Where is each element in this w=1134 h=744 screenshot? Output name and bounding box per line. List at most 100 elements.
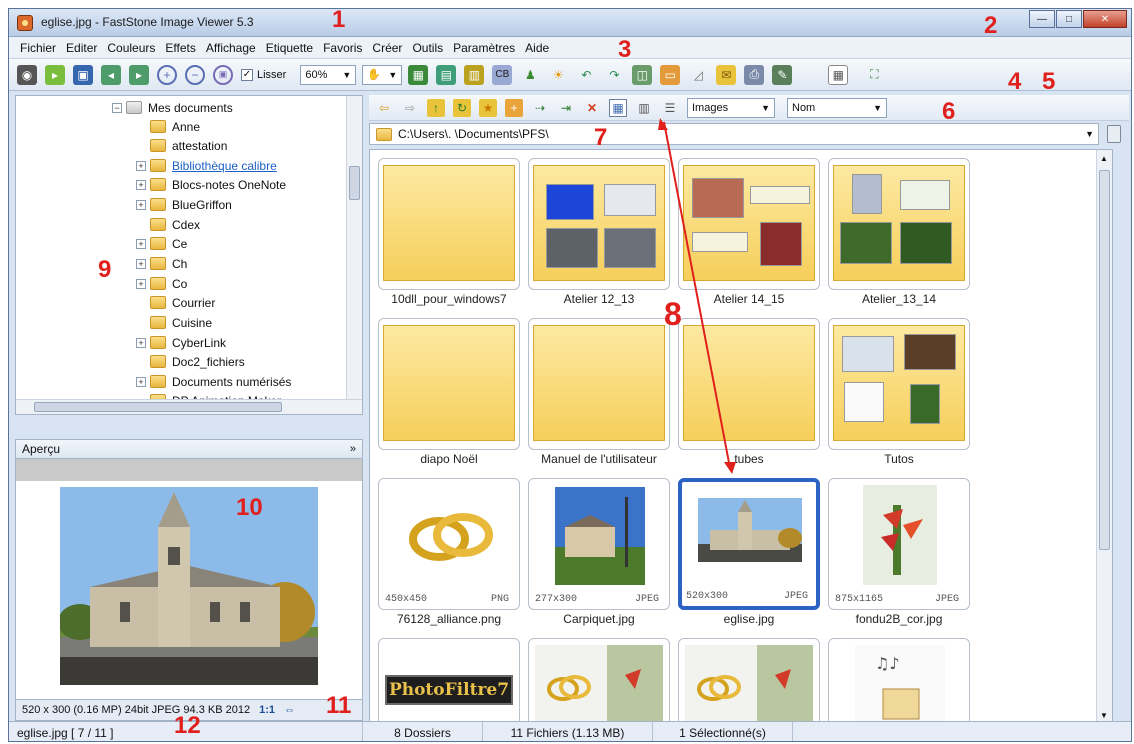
tree-item[interactable]: + BlueGriffon	[136, 195, 232, 214]
thumb-folder[interactable]	[378, 318, 520, 450]
resize-icon[interactable]: ▤	[436, 64, 457, 85]
edit-icon[interactable]: ✎	[772, 64, 793, 85]
tree-item[interactable]: Anne	[136, 117, 200, 136]
tree-horizontal-scrollbar[interactable]	[16, 399, 362, 414]
preview-image[interactable]	[60, 487, 318, 685]
thumb-folder[interactable]	[528, 158, 670, 290]
expand-icon[interactable]: +	[136, 179, 146, 190]
tree-item[interactable]: + Blocs-notes OneNote	[136, 175, 286, 194]
thumb-folder[interactable]	[828, 318, 970, 450]
path-text[interactable]: C:\Users\. \Documents\PFS\	[398, 127, 549, 141]
sort-select[interactable]: Nom ▼	[787, 97, 887, 118]
view-mode-icon[interactable]: ▦	[828, 64, 849, 85]
hand-tool-select[interactable]: ✋ ▼	[362, 64, 403, 85]
thumbnail-grid[interactable]: 10dll_pour_windows7 Atelier 12_13 Atelie…	[369, 149, 1113, 725]
menu-creer[interactable]: Créer	[367, 41, 407, 55]
close-button[interactable]: ✕	[1083, 10, 1127, 28]
scroll-up-arrow-icon[interactable]: ▲	[1100, 154, 1108, 163]
tree-item[interactable]: + Ce	[136, 234, 187, 253]
filter-select[interactable]: Images ▼	[687, 97, 775, 118]
zoom-in-icon[interactable]: +	[157, 64, 177, 85]
thumb-image[interactable]: 277x300 JPEG	[528, 478, 670, 610]
menu-etiquette[interactable]: Etiquette	[261, 41, 318, 55]
new-folder-icon[interactable]: +	[505, 98, 523, 117]
tree-item[interactable]: Cuisine	[136, 313, 212, 332]
tree-item[interactable]: + Documents numérisés	[136, 372, 291, 391]
scrollbar-thumb[interactable]	[349, 166, 360, 200]
menu-couleurs[interactable]: Couleurs	[102, 41, 160, 55]
thumbnail-vertical-scrollbar[interactable]: ▲ ▼	[1096, 150, 1112, 724]
maximize-button[interactable]: □	[1056, 10, 1082, 28]
thumb-image[interactable]: ♫♪	[828, 638, 970, 724]
tree-vertical-scrollbar[interactable]	[346, 96, 362, 400]
thumb-folder[interactable]	[378, 158, 520, 290]
scrollbar-thumb[interactable]	[34, 402, 282, 412]
actual-size-icon[interactable]: ▣	[213, 64, 233, 85]
thumb-folder[interactable]	[678, 318, 820, 450]
scrollbar-thumb[interactable]	[1099, 170, 1110, 550]
tree-item[interactable]: attestation	[136, 136, 227, 155]
tree-item[interactable]: Courrier	[136, 293, 215, 312]
tree-item[interactable]: Doc2_fichiers	[136, 352, 245, 371]
smooth-checkbox-box[interactable]: ✓	[241, 68, 253, 81]
collapse-icon[interactable]: −	[112, 102, 122, 113]
tree-item[interactable]: + Ch	[136, 254, 187, 273]
menu-parametres[interactable]: Paramètres	[448, 41, 520, 55]
folder-refresh-icon[interactable]: ↻	[453, 98, 471, 117]
favorite-folder-icon[interactable]: ★	[479, 98, 497, 117]
rotate-left-icon[interactable]: ↶	[576, 65, 596, 85]
details-view-icon[interactable]: ☰	[661, 99, 679, 117]
expand-icon[interactable]: +	[136, 258, 146, 269]
smooth-checkbox[interactable]: ✓ Lisser	[241, 68, 286, 81]
thumb-image[interactable]	[528, 638, 670, 724]
crop-icon[interactable]: ▥	[464, 64, 485, 85]
delete-icon[interactable]: ✕	[583, 99, 601, 117]
expand-icon[interactable]: +	[136, 160, 146, 171]
print-icon[interactable]: ⎙	[744, 64, 765, 85]
save-icon[interactable]: ▣	[73, 64, 93, 85]
menu-favoris[interactable]: Favoris	[318, 41, 367, 55]
list-view-icon[interactable]: ▥	[635, 99, 653, 117]
expand-icon[interactable]: +	[136, 337, 146, 348]
ratio-label[interactable]: 1:1	[259, 704, 275, 716]
thumb-image[interactable]: 875x1165 JPEG	[828, 478, 970, 610]
expand-icon[interactable]: +	[136, 278, 146, 289]
folder-tree[interactable]: − Mes documents Anne attestation + Biblio…	[15, 95, 363, 415]
rotate-right-icon[interactable]: ↷	[604, 65, 624, 85]
thumbnails-view-icon[interactable]: ▦	[609, 98, 627, 117]
tree-item[interactable]: + CyberLink	[136, 333, 226, 352]
chevron-double-icon[interactable]: »	[350, 440, 356, 458]
slideshow-icon[interactable]: ▦	[408, 64, 429, 85]
thumb-folder[interactable]	[678, 158, 820, 290]
camera-icon[interactable]: ◉	[17, 64, 37, 85]
preview-header[interactable]: Aperçu »	[15, 439, 363, 459]
copy-to-icon[interactable]: ⇢	[531, 99, 549, 117]
chevron-down-icon[interactable]: ▼	[1085, 129, 1094, 139]
menu-outils[interactable]: Outils	[407, 41, 448, 55]
expand-icon[interactable]: +	[136, 199, 146, 210]
tree-item[interactable]: + Co	[136, 274, 187, 293]
zoom-select[interactable]: 60% ▼	[300, 64, 357, 85]
fit-icon[interactable]: ⇔	[284, 704, 295, 716]
scroll-down-arrow-icon[interactable]: ▼	[1100, 711, 1108, 720]
zoom-out-icon[interactable]: −	[185, 64, 205, 85]
move-to-icon[interactable]: ⇥	[557, 99, 575, 117]
thumb-image[interactable]: PhotoFiltre7	[378, 638, 520, 724]
minimize-button[interactable]: —	[1029, 10, 1055, 28]
menu-fichier[interactable]: Fichier	[15, 41, 61, 55]
sun-icon[interactable]: ☀	[548, 65, 568, 85]
open-folder-icon[interactable]: ▸	[45, 64, 65, 85]
tree-item[interactable]: Cdex	[136, 215, 200, 234]
compare-icon[interactable]: ◫	[632, 64, 653, 85]
menu-editer[interactable]: Editer	[61, 41, 102, 55]
thumb-folder[interactable]	[828, 158, 970, 290]
back-icon[interactable]: ⇦	[375, 99, 393, 117]
next-icon[interactable]: ▸	[129, 64, 149, 85]
thumb-image[interactable]	[678, 638, 820, 724]
menu-aide[interactable]: Aide	[520, 41, 554, 55]
menu-affichage[interactable]: Affichage	[201, 41, 261, 55]
parent-folder-icon[interactable]: ↑	[427, 98, 445, 117]
tree-root[interactable]: − Mes documents	[112, 98, 233, 117]
person-icon[interactable]: ♟	[520, 65, 540, 85]
forward-icon[interactable]: ⇨	[401, 99, 419, 117]
